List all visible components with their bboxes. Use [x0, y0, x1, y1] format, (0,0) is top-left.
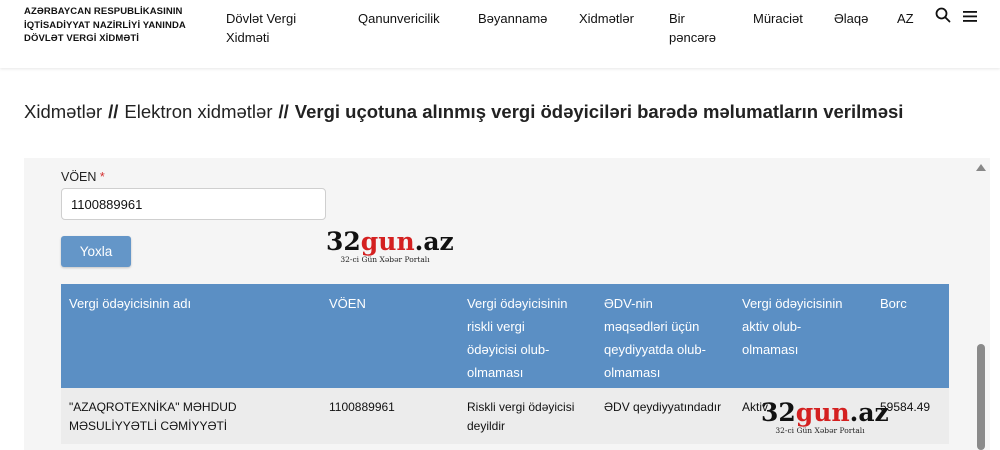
column-header-vat: ƏDV-nin məqsədləri üçün qeydiyyatda olub-o… — [604, 296, 706, 380]
nav-item-xidmetler[interactable]: Xidmətlər — [579, 9, 634, 28]
watermark-text-red: gun — [795, 398, 850, 427]
voen-label-text: VÖEN — [61, 170, 97, 184]
cell-risk: Riskli vergi ödəyicisi deyildir — [467, 400, 575, 433]
watermark-tagline: 32-ci Gün Xəbər Portalı — [340, 255, 430, 264]
scroll-up-arrow-icon[interactable] — [976, 164, 986, 171]
breadcrumb: Xidmətlər//Elektron xidmətlər//Vergi uço… — [24, 101, 903, 123]
watermark-text: 32 — [761, 398, 796, 427]
org-name-line-2: İQTİSADİYYAT NAZİRLİYİ YANINDA — [24, 19, 186, 31]
column-header-voen: VÖEN — [329, 296, 366, 311]
scrollbar[interactable] — [972, 158, 990, 450]
nav-label: Əlaqə — [834, 11, 869, 26]
nav-item-beyanname[interactable]: Bəyannamə — [478, 9, 547, 28]
scrollbar-thumb[interactable] — [977, 344, 985, 450]
nav-label: Dövlət Vergi — [226, 11, 297, 26]
hamburger-menu-icon[interactable] — [962, 9, 978, 28]
nav-label: Bəyannamə — [478, 11, 548, 26]
nav-label: Xidmətlər — [579, 11, 634, 26]
voen-input[interactable] — [61, 188, 326, 220]
column-header-debt: Borc — [880, 296, 907, 311]
watermark-text-red: gun — [360, 227, 415, 256]
nav-label: Qanunvericilik — [358, 11, 440, 26]
cell-voen: 1100889961 — [329, 400, 395, 414]
search-icon[interactable] — [935, 7, 951, 28]
breadcrumb-separator: // — [278, 101, 289, 122]
cell-vat: ƏDV qeydiyyatındadır — [604, 400, 722, 414]
language-switcher[interactable]: AZ — [897, 9, 914, 28]
yoxla-button[interactable]: Yoxla — [61, 236, 131, 267]
nav-label: Müraciət — [753, 11, 803, 26]
nav-label: pəncərə — [669, 30, 716, 45]
nav-item-bir-pencere[interactable]: Bir pəncərə — [669, 9, 716, 47]
site-header: AZƏRBAYCAN RESPUBLİKASININ İQTİSADİYYAT … — [0, 0, 1000, 68]
nav-item-elaqe[interactable]: Əlaqə — [834, 9, 868, 28]
watermark-logo: 32gun.az 32-ci Gün Xəbər Portalı — [761, 398, 889, 436]
column-header-name: Vergi ödəyicisinin adı — [69, 296, 192, 311]
watermark-tagline: 32-ci Gün Xəbər Portalı — [775, 426, 865, 435]
site-logo[interactable]: AZƏRBAYCAN RESPUBLİKASININ İQTİSADİYYAT … — [24, 5, 214, 46]
nav-item-dovlet-vergi-xidmeti[interactable]: Dövlət Vergi Xidməti — [226, 9, 296, 47]
nav-item-muraciet[interactable]: Müraciət — [753, 9, 803, 28]
voen-label: VÖEN * — [61, 170, 105, 184]
watermark-text: .az — [849, 398, 889, 427]
breadcrumb-separator: // — [108, 101, 119, 122]
nav-item-qanunvericilik[interactable]: Qanunvericilik — [358, 9, 440, 28]
org-name-line-3: DÖVLƏT VERGİ XİDMƏTİ — [24, 33, 140, 44]
watermark-logo: 32gun.az 32-ci Gün Xəbər Portalı — [326, 227, 454, 265]
watermark-text: .az — [414, 227, 454, 256]
cell-name: "AZAQROTEXNİKA" MƏHDUD MƏSULİYYƏTLİ CƏMİY… — [69, 400, 237, 433]
nav-label: Bir — [669, 11, 685, 26]
org-name-line-1: AZƏRBAYCAN RESPUBLİKASININ — [24, 6, 183, 17]
breadcrumb-current: Vergi uçotuna alınmış vergi ödəyiciləri … — [294, 101, 904, 122]
required-mark: * — [99, 170, 105, 184]
column-header-active: Vergi ödəyicisinin aktiv olub-olmaması — [742, 296, 843, 357]
column-header-risk: Vergi ödəyicisinin riskli vergi ödəyicisi … — [467, 296, 568, 380]
nav-label: Xidməti — [226, 30, 270, 45]
watermark-text: 32 — [326, 227, 361, 256]
results-table-header: Vergi ödəyicisinin adı VÖEN Vergi ödəyic… — [61, 284, 949, 388]
breadcrumb-item-elektron-xidmetler[interactable]: Elektron xidmətlər — [124, 101, 272, 122]
breadcrumb-item-xidmetler[interactable]: Xidmətlər — [24, 101, 102, 122]
